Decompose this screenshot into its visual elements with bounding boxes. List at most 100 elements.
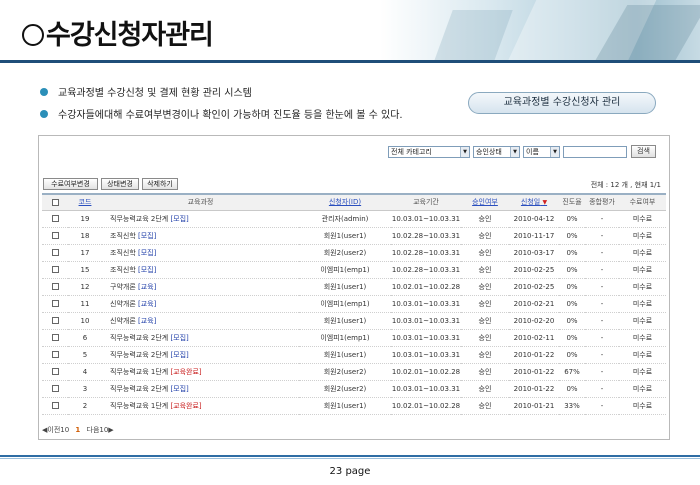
progress-cell: 0% <box>559 244 585 262</box>
progress-cell: 0% <box>559 278 585 296</box>
eval-cell: - <box>585 329 619 347</box>
completion-cell: 미수료 <box>619 261 666 279</box>
eval-cell: - <box>585 380 619 398</box>
col-eval: 종합평가 <box>585 193 619 211</box>
search-input[interactable] <box>563 146 627 158</box>
period-cell: 10.03.01~10.03.31 <box>391 329 461 347</box>
row-checkbox[interactable] <box>51 215 59 222</box>
completion-cell: 미수료 <box>619 397 666 415</box>
approved-cell: 승인 <box>461 295 509 313</box>
row-checkbox[interactable] <box>51 385 59 392</box>
eval-cell: - <box>585 261 619 279</box>
select-all-cell <box>42 193 68 211</box>
progress-cell: 0% <box>559 295 585 313</box>
course-name[interactable]: 직무능력교육 1단계 <box>110 402 168 410</box>
course-cell[interactable]: 직무능력교육 2단계 [모집] <box>102 329 299 347</box>
header-divider <box>0 60 700 63</box>
course-name[interactable]: 신약개론 <box>110 317 136 325</box>
course-cell[interactable]: 신약개론 [교육] <box>102 312 299 330</box>
table-row: 3 직무능력교육 2단계 [모집] 회원2(user2) 10.03.01~10.03… <box>42 380 666 398</box>
course-name[interactable]: 직무능력교육 2단계 <box>110 215 168 223</box>
approved-cell: 승인 <box>461 261 509 279</box>
row-checkbox[interactable] <box>51 232 59 239</box>
row-checkbox[interactable] <box>51 368 59 375</box>
row-checkbox[interactable] <box>51 351 59 358</box>
approved-cell: 승인 <box>461 397 509 415</box>
course-cell[interactable]: 조직신학 [모집] <box>102 244 299 262</box>
table-row: 15 조직신학 [모집] 이엠피1(emp1) 10.02.28~10.03.31 승인… <box>42 261 666 279</box>
eval-cell: - <box>585 295 619 313</box>
footer-divider-thin <box>0 458 700 459</box>
section-label-pill: 교육과정별 수강신청자 관리 <box>468 92 656 114</box>
page-header: 수강신청자관리 <box>0 0 700 63</box>
period-cell: 10.02.28~10.03.31 <box>391 261 461 279</box>
code-cell: 4 <box>68 363 102 381</box>
col-course: 교육과정 <box>102 193 299 211</box>
col-applicant[interactable]: 신청자(ID) <box>299 193 391 211</box>
course-cell[interactable]: 구약개론 [교육] <box>102 278 299 296</box>
date-cell: 2010-02-11 <box>509 329 559 347</box>
row-select-cell <box>42 227 68 245</box>
col-date[interactable]: 신청일 ▼ <box>509 193 559 211</box>
course-name[interactable]: 구약개론 <box>110 283 136 291</box>
course-status-tag: [모집] <box>170 214 189 223</box>
course-cell[interactable]: 직무능력교육 2단계 [모집] <box>102 210 299 228</box>
course-cell[interactable]: 조직신학 [모집] <box>102 227 299 245</box>
course-name[interactable]: 조직신학 <box>110 249 136 257</box>
course-name[interactable]: 직무능력교육 2단계 <box>110 351 168 359</box>
table-row: 12 구약개론 [교육] 회원1(user1) 10.02.01~10.02.28 승인… <box>42 278 666 296</box>
date-cell: 2010-02-25 <box>509 278 559 296</box>
course-name[interactable]: 직무능력교육 2단계 <box>110 385 168 393</box>
row-select-cell <box>42 244 68 262</box>
progress-cell: 0% <box>559 312 585 330</box>
course-name[interactable]: 직무능력교육 1단계 <box>110 368 168 376</box>
progress-cell: 33% <box>559 397 585 415</box>
prev-page-link[interactable]: ◀이전10 <box>42 426 69 434</box>
date-cell: 2010-02-20 <box>509 312 559 330</box>
approved-cell: 승인 <box>461 380 509 398</box>
eval-cell: - <box>585 346 619 364</box>
col-approved[interactable]: 승인여부 <box>461 193 509 211</box>
code-cell: 5 <box>68 346 102 364</box>
course-name[interactable]: 신약개론 <box>110 300 136 308</box>
course-cell[interactable]: 직무능력교육 1단계 [교육완료] <box>102 397 299 415</box>
row-checkbox[interactable] <box>51 249 59 256</box>
search-button[interactable]: 검색 <box>631 145 656 158</box>
circle-icon <box>22 24 44 46</box>
course-name[interactable]: 조직신학 <box>110 232 136 240</box>
change-completion-button[interactable]: 수료여부변경 <box>43 178 98 190</box>
next-page-link[interactable]: 다음10▶ <box>87 426 114 434</box>
row-checkbox[interactable] <box>51 266 59 273</box>
course-status-tag: [모집] <box>138 265 157 274</box>
applicant-cell: 이엠피1(emp1) <box>299 329 391 347</box>
row-checkbox[interactable] <box>51 334 59 341</box>
change-status-button[interactable]: 상태변경 <box>101 178 139 190</box>
progress-cell: 0% <box>559 329 585 347</box>
course-status-tag: [교육] <box>138 299 157 308</box>
course-name[interactable]: 직무능력교육 2단계 <box>110 334 168 342</box>
select-all-checkbox[interactable] <box>51 198 59 206</box>
period-cell: 10.02.01~10.02.28 <box>391 397 461 415</box>
progress-cell: 0% <box>559 346 585 364</box>
row-checkbox[interactable] <box>51 317 59 324</box>
col-code[interactable]: 코드 <box>68 193 102 211</box>
course-cell[interactable]: 신약개론 [교육] <box>102 295 299 313</box>
row-checkbox[interactable] <box>51 402 59 409</box>
row-checkbox[interactable] <box>51 283 59 290</box>
category-select[interactable]: 전체 카테고리 ▼ <box>388 146 470 158</box>
period-cell: 10.03.01~10.03.31 <box>391 210 461 228</box>
course-cell[interactable]: 직무능력교육 2단계 [모집] <box>102 346 299 364</box>
field-select[interactable]: 이름 ▼ <box>523 146 560 158</box>
row-checkbox[interactable] <box>51 300 59 307</box>
approved-cell: 승인 <box>461 329 509 347</box>
delete-button[interactable]: 삭제하기 <box>142 178 178 190</box>
status-select[interactable]: 승인상태 ▼ <box>473 146 520 158</box>
code-cell: 11 <box>68 295 102 313</box>
course-cell[interactable]: 직무능력교육 1단계 [교육완료] <box>102 363 299 381</box>
course-name[interactable]: 조직신학 <box>110 266 136 274</box>
course-cell[interactable]: 조직신학 [모집] <box>102 261 299 279</box>
period-cell: 10.02.01~10.02.28 <box>391 363 461 381</box>
course-cell[interactable]: 직무능력교육 2단계 [모집] <box>102 380 299 398</box>
applicant-cell: 이엠피1(emp1) <box>299 295 391 313</box>
approved-cell: 승인 <box>461 227 509 245</box>
